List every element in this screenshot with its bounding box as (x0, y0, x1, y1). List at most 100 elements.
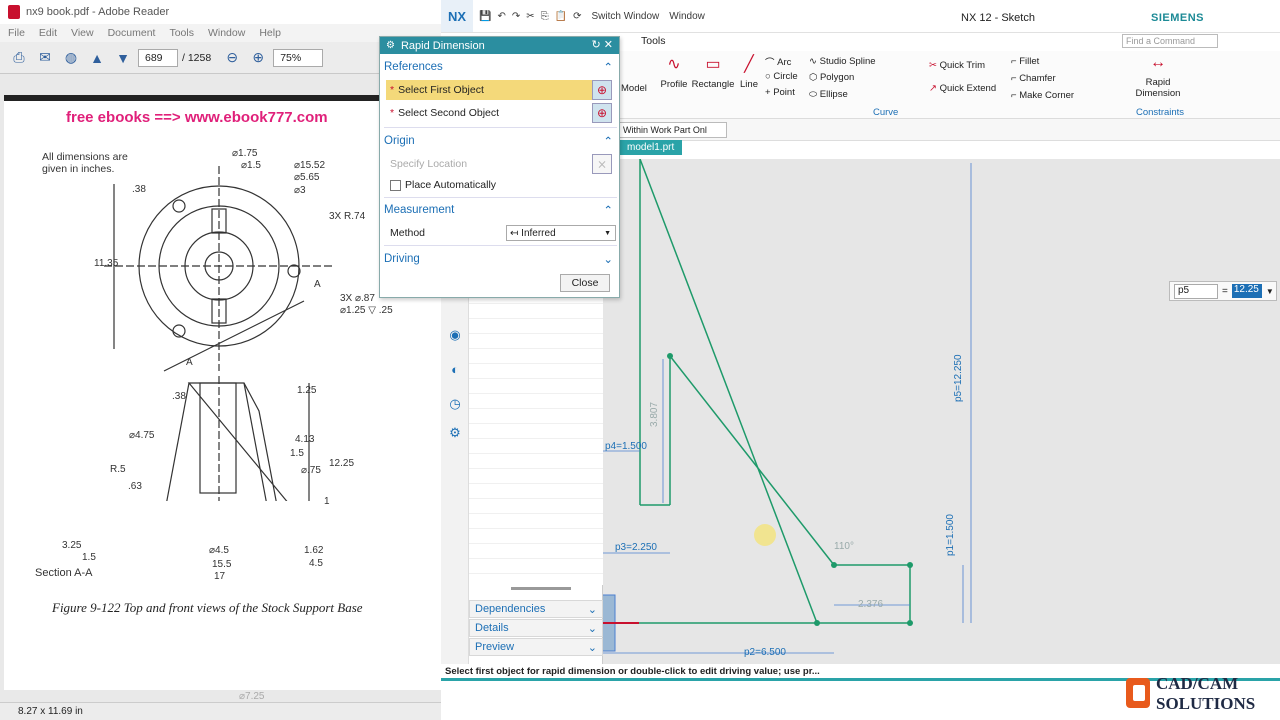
dim-reference-1[interactable]: 3.807 (649, 402, 660, 427)
dim-angle[interactable]: 110° (834, 541, 854, 552)
references-group[interactable]: References ⌃ (384, 57, 617, 77)
undo-icon[interactable]: ↶ (497, 11, 505, 22)
label-section-a-right: A (314, 279, 321, 290)
history-icon[interactable]: ◐ (447, 362, 463, 378)
chevron-down-icon[interactable]: ▼ (1266, 287, 1274, 296)
window-menu[interactable]: Window (669, 11, 705, 22)
sketch-point[interactable] (907, 562, 913, 568)
line-button[interactable]: ╱ Line (737, 55, 761, 90)
dim-p2[interactable]: p2=6.500 (744, 647, 786, 658)
menu-help[interactable]: Help (259, 27, 281, 39)
sketch-point[interactable] (667, 353, 673, 359)
label-12-25: 12.25 (329, 458, 355, 469)
make-corner-label: Make Corner (1019, 90, 1075, 101)
place-automatically-checkbox[interactable] (390, 179, 401, 191)
tools-icon[interactable]: ⚙ (447, 425, 463, 441)
make-corner-button[interactable]: ⌐ Make Corner (1011, 90, 1074, 101)
quick-extend-button[interactable]: ↗ Quick Extend (929, 83, 996, 94)
origin-group[interactable]: Origin ⌃ (384, 131, 617, 151)
measurement-group[interactable]: Measurement ⌃ (384, 200, 617, 220)
attach-icon[interactable]: ✉ (34, 47, 56, 69)
dim-reference-2[interactable]: 2.376 (858, 599, 883, 610)
menu-edit[interactable]: Edit (39, 27, 57, 39)
menu-window[interactable]: Window (208, 27, 245, 39)
horizontal-scrollbar[interactable] (511, 587, 571, 590)
page-down-icon[interactable]: ▼ (112, 47, 134, 69)
tab-tools[interactable]: Tools (641, 35, 666, 47)
sketch-line-inner-diag[interactable] (669, 355, 835, 566)
switch-window-button[interactable]: Switch Window (591, 11, 659, 22)
nx-logo[interactable]: NX (441, 0, 473, 32)
zoom-select[interactable]: 75% (273, 48, 324, 67)
page-up-icon[interactable]: ▲ (86, 47, 108, 69)
point-button[interactable]: + Point (765, 87, 795, 98)
sketch-point[interactable] (907, 620, 913, 626)
sketch-line-diagonal[interactable] (639, 159, 818, 624)
page-number-input[interactable]: 689 (138, 48, 178, 67)
roles-icon[interactable]: ◉ (447, 327, 463, 343)
place-automatically-row[interactable]: Place Automatically (386, 175, 612, 195)
tab-model1-prt[interactable]: model1.prt (619, 140, 683, 155)
copy-icon[interactable]: ⎘ (541, 11, 549, 22)
save-icon[interactable]: 💾 (479, 11, 491, 22)
selection-scope-select[interactable]: Within Work Part Onl (619, 122, 727, 138)
quick-trim-button[interactable]: ✂ Quick Trim (929, 60, 985, 71)
crosshair-icon[interactable]: ⊕ (592, 80, 612, 100)
clock-icon[interactable]: ◷ (447, 396, 463, 412)
preview-section[interactable]: Preview ⌄ (469, 638, 603, 656)
dimension-value-input[interactable]: p5 = 12.25 ▼ (1169, 281, 1277, 301)
method-select[interactable]: ↤ Inferred ▼ (506, 225, 616, 241)
arc-label: Arc (777, 56, 792, 68)
select-first-object-row[interactable]: * Select First Object ⊕ (386, 80, 612, 100)
globe-icon[interactable]: ◍ (60, 47, 82, 69)
model-button[interactable]: Model (621, 83, 647, 94)
zoom-in-icon[interactable]: ⊕ (247, 47, 269, 69)
studio-spline-button[interactable]: ∿ Studio Spline (809, 56, 876, 67)
chamfer-button[interactable]: ⌐ Chamfer (1011, 73, 1056, 84)
rectangle-button[interactable]: ▭ Rectangle (691, 55, 735, 90)
label-11-35: 11.35 (94, 258, 119, 269)
dependencies-section[interactable]: Dependencies ⌄ (469, 600, 603, 618)
page-total: / 1258 (182, 51, 212, 64)
dialog-titlebar[interactable]: ⚙ Rapid Dimension ↻ ✕ (380, 37, 619, 54)
profile-button[interactable]: ∿ Profile (659, 55, 689, 90)
dimension-value-field[interactable]: 12.25 (1231, 284, 1262, 298)
ellipse-button[interactable]: ⬭ Ellipse (809, 89, 848, 100)
command-search-input[interactable]: Find a Command (1122, 34, 1218, 48)
dim-p1[interactable]: p1=1.500 (945, 514, 956, 556)
sketch-point[interactable] (831, 562, 837, 568)
details-section[interactable]: Details ⌄ (469, 619, 603, 637)
dialog-controls: ↻ ✕ (592, 38, 614, 51)
menu-view[interactable]: View (71, 27, 94, 39)
sketch-point[interactable] (814, 620, 820, 626)
driving-group[interactable]: Driving ⌄ (384, 249, 617, 269)
close-icon[interactable]: ✕ (604, 39, 613, 51)
repeat-icon[interactable]: ⟳ (573, 11, 581, 22)
dim-p5[interactable]: p5=12.250 (953, 354, 964, 402)
paste-icon[interactable]: 📋 (555, 11, 567, 22)
rapid-dimension-button[interactable]: ↔ Rapid Dimension (1133, 53, 1183, 99)
dim-p4[interactable]: p4=1.500 (605, 441, 647, 452)
location-picker-icon[interactable]: ⨯ (592, 154, 612, 174)
dim-p3[interactable]: p3=2.250 (615, 542, 657, 553)
menu-file[interactable]: File (8, 27, 25, 39)
graphics-window[interactable]: p4=1.500 p3=2.250 p2=6.500 p1=1.500 p5=1… (603, 159, 1280, 664)
dimension-name-field[interactable]: p5 (1174, 283, 1218, 299)
reset-icon[interactable]: ↻ (592, 39, 601, 51)
polygon-button[interactable]: ⬡ Polygon (809, 72, 854, 83)
menu-document[interactable]: Document (108, 27, 156, 39)
menu-tools[interactable]: Tools (169, 27, 194, 39)
close-button[interactable]: Close (560, 274, 610, 292)
label-dia-1-25: ⌀1.25 ▽ .25 (340, 305, 393, 316)
circle-button[interactable]: ○ Circle (765, 71, 798, 82)
select-second-object-row[interactable]: * Select Second Object ⊕ (386, 103, 612, 123)
print-icon[interactable]: ⎙ (8, 47, 30, 69)
sketch-canvas[interactable] (603, 159, 1280, 664)
cut-icon[interactable]: ✂ (526, 11, 534, 22)
redo-icon[interactable]: ↷ (512, 11, 520, 22)
specify-location-row[interactable]: Specify Location ⨯ (386, 154, 612, 174)
crosshair-icon[interactable]: ⊕ (592, 103, 612, 123)
arc-button[interactable]: ⌒ Arc (765, 55, 792, 70)
zoom-out-icon[interactable]: ⊖ (221, 47, 243, 69)
fillet-button[interactable]: ⌐ Fillet (1011, 56, 1039, 67)
